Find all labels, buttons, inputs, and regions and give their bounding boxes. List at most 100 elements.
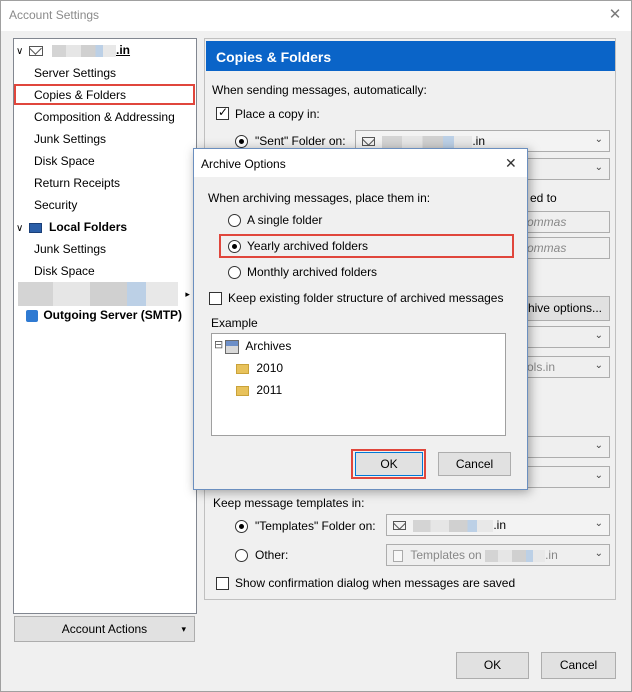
tree-redacted-account-row[interactable]: ▸	[18, 282, 190, 306]
mail-account-icon	[362, 137, 375, 147]
highlight-dialog-ok	[351, 449, 426, 479]
ok-button[interactable]: OK	[456, 652, 529, 679]
year-2011-row[interactable]: 2011	[236, 383, 282, 397]
tree-outgoing-server[interactable]: Outgoing Server (SMTP)	[26, 308, 182, 322]
year-2010-label: 2010	[256, 361, 284, 375]
tree-item-disk-space[interactable]: Disk Space	[34, 154, 95, 168]
show-confirm-checkbox[interactable]	[216, 577, 229, 590]
templates-folder-radio[interactable]	[235, 520, 248, 533]
hidden-combo-5[interactable]: ⌄	[520, 466, 610, 488]
sent-folder-label: "Sent" Folder on:	[255, 134, 346, 148]
hidden-bcc-field-1[interactable]: ommas	[520, 211, 610, 233]
other-folder-combo[interactable]: Templates on .in ⌄	[386, 544, 610, 566]
chevron-down-icon: ⌄	[594, 360, 603, 371]
hidden-combo-2[interactable]: ⌄	[520, 326, 610, 348]
highlight-yearly-option	[219, 234, 514, 258]
local-folders-label: Local Folders	[49, 220, 128, 234]
dropdown-arrow-icon: ▾	[181, 624, 186, 634]
hidden-combo-4[interactable]: ⌄	[520, 436, 610, 458]
tree-item-local-junk[interactable]: Junk Settings	[34, 242, 106, 256]
year-2011-label: 2011	[256, 383, 283, 397]
chevron-down-icon: ⌄	[594, 470, 603, 481]
templates-folder-label: "Templates" Folder on:	[255, 519, 376, 533]
collapse-icon[interactable]: ⊟	[214, 338, 223, 351]
chevron-down-icon: ⌄	[594, 162, 603, 173]
window-close-icon[interactable]: ✕	[604, 4, 626, 26]
mail-account-icon	[28, 45, 43, 56]
templates-folder-combo[interactable]: .in ⌄	[386, 514, 610, 536]
archive-icon	[225, 339, 239, 354]
tree-local-folders-row[interactable]: ∨ Local Folders	[16, 220, 127, 234]
account-actions-label: Account Actions	[61, 622, 148, 636]
computer-icon	[28, 222, 42, 233]
chevron-down-icon[interactable]: ∨	[16, 223, 23, 234]
chevron-down-icon: ⌄	[594, 440, 603, 451]
window-title: Account Settings	[9, 8, 100, 22]
redacted-account-name	[382, 135, 473, 148]
chevron-right-icon[interactable]: ▸	[185, 289, 190, 299]
partial-commas-2: ommas	[527, 241, 567, 255]
dialog-title: Archive Options	[201, 157, 286, 171]
chevron-down-icon: ⌄	[594, 548, 603, 559]
place-copy-label: Place a copy in:	[235, 107, 320, 121]
single-folder-radio[interactable]	[228, 214, 241, 227]
tree-item-server-settings[interactable]: Server Settings	[34, 66, 116, 80]
folder-icon	[393, 549, 403, 562]
archives-tree-row[interactable]: Archives	[225, 339, 291, 354]
single-folder-label: A single folder	[247, 213, 323, 227]
templates-combo-suffix: .in	[493, 518, 507, 532]
outgoing-server-label: Outgoing Server (SMTP)	[43, 308, 183, 322]
highlight-copies-folders	[14, 84, 195, 105]
redacted-account-name	[485, 549, 546, 562]
cancel-button[interactable]: Cancel	[541, 652, 616, 679]
folder-icon	[236, 363, 249, 374]
show-confirm-label: Show confirmation dialog when messages a…	[235, 576, 516, 590]
account-actions-button[interactable]: Account Actions ▾	[14, 616, 195, 642]
chevron-down-icon: ⌄	[594, 518, 603, 529]
other-radio[interactable]	[235, 549, 248, 562]
other-combo-suffix: .in	[545, 548, 558, 562]
folder-icon	[236, 385, 249, 396]
hidden-combo-1[interactable]: ⌄	[520, 158, 610, 180]
hidden-bcc-field-2[interactable]: ommas	[520, 237, 610, 259]
hidden-combo-3[interactable]: ols.in ⌄	[520, 356, 610, 378]
archive-place-label: When archiving messages, place them in:	[208, 191, 431, 205]
tree-item-junk-settings[interactable]: Junk Settings	[34, 132, 106, 146]
tree-item-composition[interactable]: Composition & Addressing	[34, 110, 175, 124]
sent-folder-radio[interactable]	[235, 135, 248, 148]
tree-account-row[interactable]: ∨ .in	[16, 43, 130, 57]
chevron-down-icon: ⌄	[594, 134, 603, 145]
account-suffix: .in	[116, 43, 131, 57]
templates-label: Keep message templates in:	[213, 496, 365, 510]
partial-ed-to-label: ed to	[530, 191, 557, 205]
sending-label: When sending messages, automatically:	[212, 83, 427, 97]
dialog-close-icon[interactable]: ✕	[505, 155, 517, 172]
keep-structure-checkbox[interactable]	[209, 292, 222, 305]
account-tree[interactable]: ∨ .in Server Settings Copies & Folders C…	[13, 38, 197, 614]
mail-account-icon	[393, 521, 406, 531]
place-copy-checkbox[interactable]	[216, 105, 229, 120]
monthly-folders-label: Monthly archived folders	[247, 265, 378, 279]
year-2010-row[interactable]: 2010	[236, 361, 283, 375]
chevron-down-icon[interactable]: ∨	[16, 46, 23, 57]
partial-commas-1: ommas	[527, 215, 567, 229]
example-label: Example	[211, 316, 258, 330]
redacted-account-name	[413, 519, 494, 532]
pane-header: Copies & Folders	[206, 41, 615, 71]
redacted-account-name	[18, 282, 178, 306]
sent-combo-suffix: .in	[472, 134, 486, 148]
redacted-account-name	[52, 44, 117, 57]
other-combo-prefix: Templates on	[410, 548, 482, 562]
keep-structure-label: Keep existing folder structure of archiv…	[228, 291, 504, 305]
outgoing-server-icon	[26, 309, 38, 322]
partial-ols-in: ols.in	[527, 360, 556, 374]
tree-item-return-receipts[interactable]: Return Receipts	[34, 176, 120, 190]
tree-item-security[interactable]: Security	[34, 198, 77, 212]
other-label: Other:	[255, 548, 289, 562]
chevron-down-icon: ⌄	[594, 330, 603, 341]
dialog-cancel-button[interactable]: Cancel	[438, 452, 511, 476]
archives-label: Archives	[245, 339, 292, 353]
monthly-folders-radio[interactable]	[228, 266, 241, 279]
tree-item-local-disk[interactable]: Disk Space	[34, 264, 95, 278]
archive-options-button[interactable]: hive options...	[520, 296, 610, 321]
